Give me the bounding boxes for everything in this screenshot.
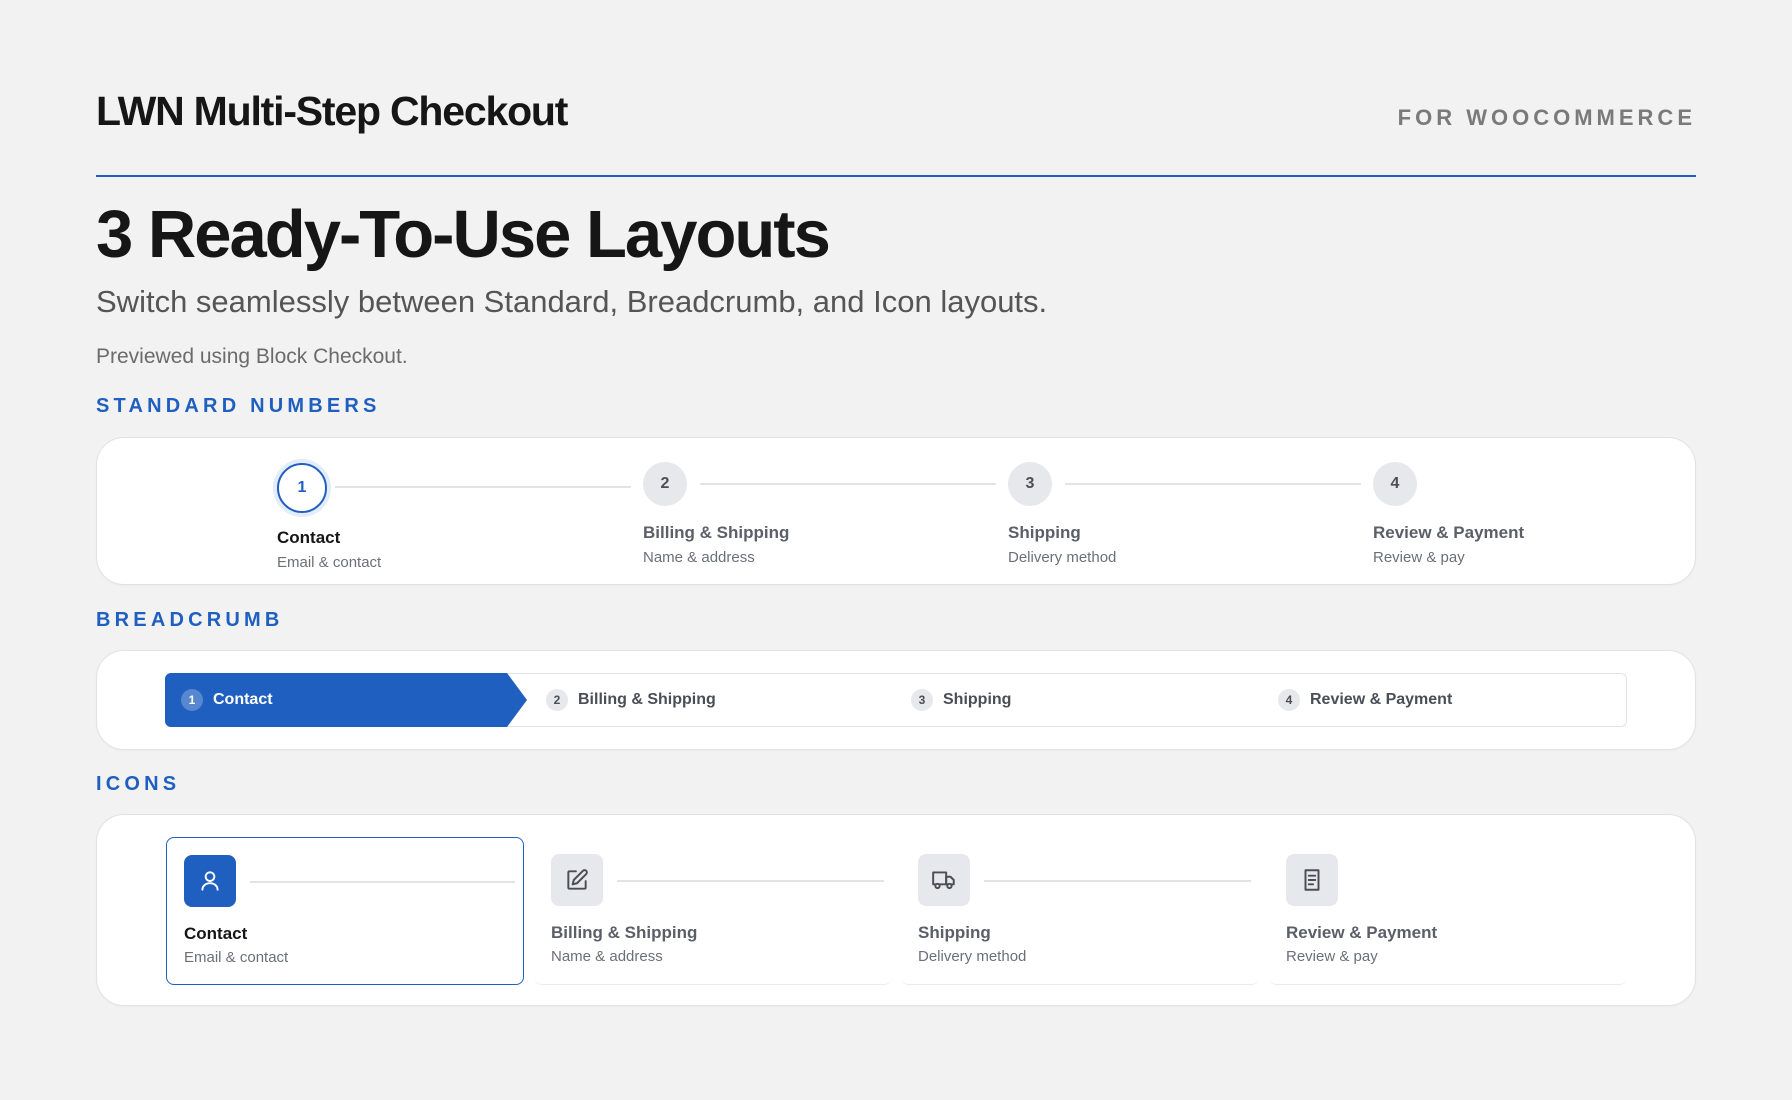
step-number-circle: 3 [1008,462,1052,506]
page-headline: 3 Ready-To-Use Layouts [96,197,831,272]
breadcrumb-number: 3 [911,689,933,711]
step-number-circle: 1 [277,463,327,513]
step-title: Shipping [918,923,991,942]
step-description: Review & pay [1373,549,1465,566]
icon-step-billing[interactable]: Billing & Shipping Name & address [534,837,892,985]
receipt-icon [1286,854,1338,906]
section-label-icons: ICONS [96,773,181,795]
step-description: Name & address [551,948,663,965]
breadcrumb-label: Shipping [943,691,1012,708]
edit-icon [551,854,603,906]
standard-stepper-card: 1 Contact Email & contact 2 Billing & Sh… [96,437,1696,585]
step-description: Email & contact [184,949,289,966]
breadcrumb-step-contact[interactable]: 1 Contact [181,674,273,726]
breadcrumb-step-shipping[interactable]: 3 Shipping [911,674,1011,726]
step-title: Review & Payment [1286,923,1438,942]
breadcrumb-step-billing[interactable]: 2 Billing & Shipping [546,674,716,726]
step-title: Contact [184,924,248,943]
page-subhead: Switch seamlessly between Standard, Brea… [96,284,1048,319]
icons-stepper-card: Contact Email & contact Billing & Shippi… [96,814,1696,1006]
brand-tag: FOR WOOCOMMERCE [1397,105,1696,130]
step-connector [1065,483,1361,485]
breadcrumb-label: Billing & Shipping [578,691,716,708]
breadcrumb-step-review[interactable]: 4 Review & Payment [1278,674,1452,726]
step-description: Review & pay [1286,948,1378,965]
breadcrumb-bar: 1 Contact 2 Billing & Shipping 3 Shippin… [165,673,1627,727]
step-title: Billing & Shipping [551,923,698,942]
breadcrumb-number: 1 [181,689,203,711]
step-title: Shipping [1008,523,1081,542]
truck-icon [918,854,970,906]
step-number-circle: 4 [1373,462,1417,506]
preview-note: Previewed using Block Checkout. [96,345,408,368]
icon-step-shipping[interactable]: Shipping Delivery method [901,837,1259,985]
step-title: Review & Payment [1373,523,1525,542]
breadcrumb-label: Contact [213,691,273,708]
breadcrumb-number: 2 [546,689,568,711]
brand-row: LWN Multi-Step Checkout FOR WOOCOMMERCE [96,88,1696,135]
standard-stepper: 1 Contact Email & contact 2 Billing & Sh… [277,462,1557,582]
step-description: Delivery method [1008,549,1117,566]
section-label-standard: STANDARD NUMBERS [96,395,381,417]
step-connector [335,486,631,488]
step-description: Email & contact [277,554,382,571]
breadcrumb-stepper-card: 1 Contact 2 Billing & Shipping 3 Shippin… [96,650,1696,750]
step-title: Contact [277,528,341,547]
step-connector [700,483,996,485]
page: LWN Multi-Step Checkout FOR WOOCOMMERCE … [0,0,1792,1100]
section-label-breadcrumb: BREADCRUMB [96,609,284,631]
step-title: Billing & Shipping [643,523,790,542]
step-description: Name & address [643,549,755,566]
breadcrumb-label: Review & Payment [1310,691,1453,708]
step-connector [984,880,1251,882]
breadcrumb-number: 4 [1278,689,1300,711]
header-divider [96,175,1696,177]
step-description: Delivery method [918,948,1027,965]
step-number-circle: 2 [643,462,687,506]
icon-step-contact[interactable]: Contact Email & contact [166,837,524,985]
user-icon [184,855,236,907]
step-connector [617,880,884,882]
brand-title: LWN Multi-Step Checkout [96,88,568,134]
step-connector [250,881,515,883]
icon-step-review[interactable]: Review & Payment Review & pay [1269,837,1627,985]
